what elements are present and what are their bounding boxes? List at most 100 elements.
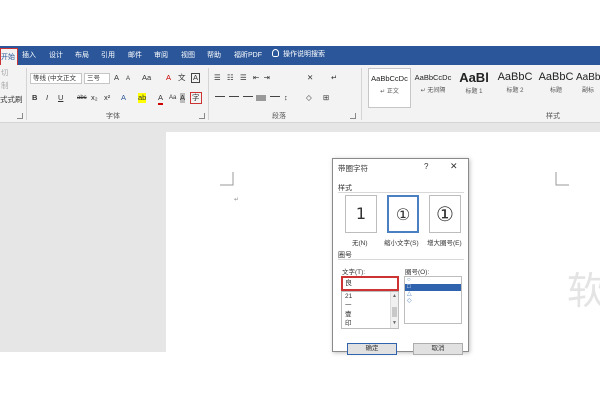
tell-me-label: 操作说明搜索 [283, 51, 325, 58]
cancel-button[interactable]: 取消 [413, 343, 463, 355]
font-name-combo[interactable]: 等线 (中文正文 [30, 73, 82, 84]
line-spacing-icon[interactable]: ↕ [284, 93, 288, 103]
paragraph-mark: ↵ [234, 197, 240, 203]
list-item[interactable]: ○ [405, 277, 461, 284]
style-sample: AaBbC [497, 71, 533, 83]
superscript-button[interactable]: x² [104, 93, 110, 103]
change-case-button[interactable]: Aa [142, 73, 151, 83]
format-painter-button[interactable]: 式式刷 [0, 95, 23, 105]
font-color-button[interactable]: A [158, 93, 164, 105]
text-effects-button[interactable]: A [121, 93, 126, 103]
tab-help[interactable]: 帮助 [207, 50, 221, 60]
outdent-icon: ⇥ [263, 73, 270, 82]
tab-references[interactable]: 引用 [101, 50, 115, 60]
style-sample: AaBbCcDc [414, 73, 452, 82]
style-heading-1[interactable]: AaBl 标题 1 [454, 68, 494, 108]
clipboard-launcher[interactable] [17, 113, 23, 119]
text-list-scrollbar[interactable]: ▲ ▼ [390, 292, 398, 328]
style-subtitle[interactable]: AaBb 副标 [576, 68, 600, 108]
sort-icon[interactable]: ✕ [307, 73, 313, 83]
ribbon-tab-bar: 开始 插入 设计 布局 引用 邮件 审阅 视图 帮助 福昕PDF 操作说明搜索 [0, 46, 600, 65]
phonetic-guide-button[interactable]: 文 [178, 73, 186, 83]
enclose-characters-button[interactable]: 字 [190, 92, 202, 104]
font-launcher[interactable] [199, 113, 205, 119]
strikethrough-button[interactable]: abc [77, 93, 87, 103]
lightbulb-icon [272, 49, 279, 57]
style-option-enlarge[interactable]: ① [429, 195, 461, 233]
section-divider [338, 259, 464, 260]
tab-layout[interactable]: 布局 [75, 50, 89, 60]
style-normal[interactable]: AaBbCcDc ↵ 正文 [368, 68, 411, 108]
style-option-label: 无(N) [352, 240, 368, 247]
close-button[interactable]: ✕ [450, 161, 458, 172]
align-right-icon[interactable] [243, 96, 253, 97]
copy-button[interactable]: 制 [1, 81, 9, 91]
italic-button[interactable]: I [46, 93, 48, 103]
aa-button[interactable]: Aa [169, 93, 176, 103]
option-glyph: ① [395, 205, 411, 224]
style-name: 标题 2 [506, 88, 524, 94]
multilevel-list-icon: ☰ [240, 73, 247, 82]
bold-button[interactable]: B [32, 93, 37, 103]
style-name: 标题 [549, 88, 562, 94]
character-shading-button[interactable]: A [180, 93, 186, 103]
font-size-combo[interactable]: 三号 [84, 73, 110, 84]
option-glyph: ① [436, 202, 454, 226]
tab-mailings[interactable]: 邮件 [128, 50, 142, 60]
style-name: ↵ 正文 [380, 89, 399, 95]
show-marks-icon[interactable]: ↵ [331, 73, 337, 83]
style-title[interactable]: AaBbC 标题 [536, 68, 576, 108]
style-option-shrink[interactable]: ① [387, 195, 419, 233]
grow-font-button[interactable]: A [114, 73, 119, 83]
text-list[interactable]: 21 一 壹 印 ▲ ▼ [341, 291, 399, 329]
style-option-none[interactable]: 1 [345, 195, 377, 233]
text-field-label: 文字(T): [342, 269, 366, 276]
enclosure-list[interactable]: ○ □ △ ◇ [404, 276, 462, 324]
tell-me-search[interactable]: 操作说明搜索 [272, 49, 325, 59]
style-name: 标题 1 [465, 89, 483, 95]
tab-review[interactable]: 审阅 [154, 50, 168, 60]
paragraph-launcher[interactable] [350, 113, 356, 119]
scroll-up-icon[interactable]: ▲ [392, 292, 397, 301]
ok-button[interactable]: 确定 [347, 343, 397, 355]
tab-design[interactable]: 设计 [49, 50, 63, 60]
underline-button[interactable]: U [58, 93, 63, 103]
subscript-button[interactable]: x₂ [91, 93, 98, 103]
bullets-icon: ☰ [214, 73, 221, 82]
borders-icon[interactable]: ⊞ [323, 93, 329, 103]
shading-icon[interactable]: ◇ [306, 93, 312, 103]
scroll-thumb[interactable] [392, 307, 397, 317]
tab-foxit-pdf[interactable]: 福昕PDF [234, 50, 262, 60]
character-border-button[interactable]: A [191, 73, 201, 83]
styles-gallery: AaBbCcDc ↵ 正文 AaBbCcDc ↵ 无间隔 AaBl 标题 1 A… [366, 68, 600, 108]
style-no-spacing[interactable]: AaBbCcDc ↵ 无间隔 [412, 68, 454, 108]
scroll-down-icon[interactable]: ▼ [392, 319, 397, 328]
cut-button[interactable]: 切 [1, 68, 9, 78]
tab-view[interactable]: 视图 [181, 50, 195, 60]
style-option-label: 增大圈号(E) [427, 240, 462, 247]
crop-mark-icon [220, 172, 234, 186]
justify-icon[interactable] [256, 95, 266, 101]
group-divider [361, 68, 362, 120]
crop-mark-icon [555, 172, 569, 186]
tab-insert[interactable]: 插入 [22, 50, 36, 60]
highlight-button[interactable]: ab [138, 93, 147, 103]
group-divider [208, 68, 209, 120]
align-left-icon[interactable] [215, 96, 225, 97]
enclose-characters-dialog: 带圈字符 ? ✕ 样式 1 ① ① 无(N) 缩小文字(S) 增大圈号(E) 圈… [332, 158, 469, 355]
list-buttons[interactable]: ☰ ☷ ☰ ⇤ ⇥ [214, 73, 274, 83]
list-item[interactable]: □ [405, 284, 461, 291]
align-center-icon[interactable] [229, 96, 239, 97]
style-name: 副标 [581, 88, 594, 94]
style-heading-2[interactable]: AaBbC 标题 2 [494, 68, 536, 108]
style-sample: AaBbCcDc [371, 74, 408, 83]
list-item[interactable]: ◇ [405, 298, 461, 305]
list-item[interactable]: △ [405, 291, 461, 298]
text-input[interactable]: 良 [341, 276, 399, 291]
distributed-icon[interactable] [270, 96, 280, 97]
clear-formatting-button[interactable]: A [166, 73, 171, 83]
ribbon: 切 制 式式刷 等线 (中文正文 三号 A A Aa A 文 A B I U a… [0, 65, 600, 123]
tab-home[interactable]: 开始 [0, 48, 18, 65]
shrink-font-button[interactable]: A [126, 74, 130, 84]
help-button[interactable]: ? [424, 162, 428, 171]
